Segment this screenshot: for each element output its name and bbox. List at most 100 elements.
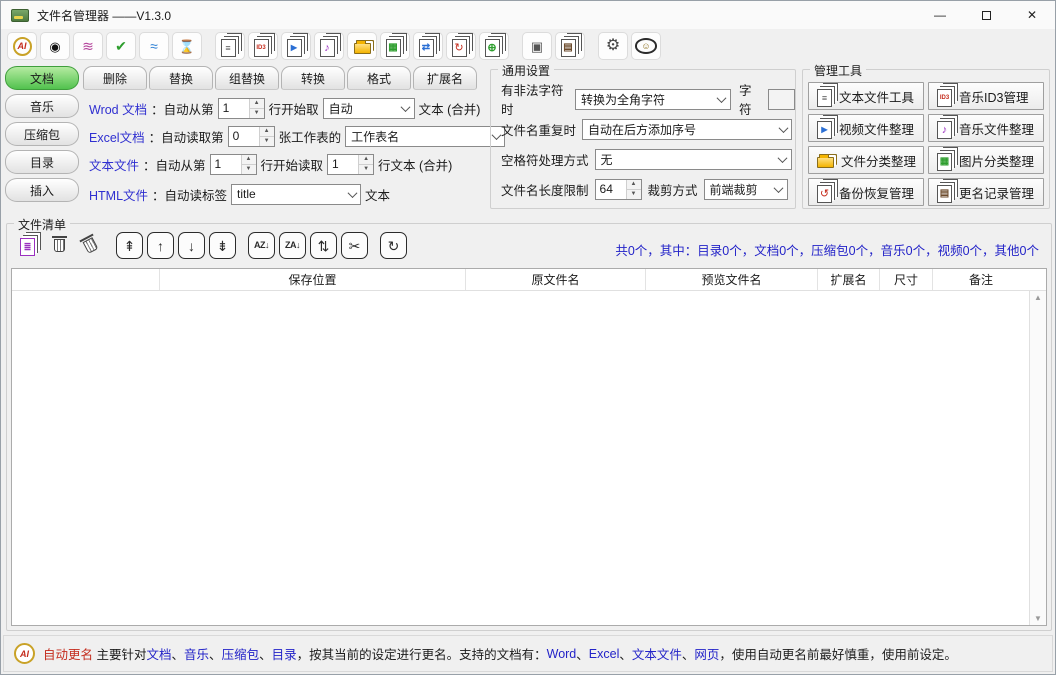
tab-insert[interactable]: 插入 — [5, 178, 79, 202]
spin-down-icon[interactable]: ▼ — [627, 189, 641, 199]
column-save-location[interactable]: 保存位置 — [160, 269, 466, 290]
spin-down-icon[interactable]: ▼ — [250, 108, 264, 118]
tab-group-replace[interactable]: 组替换 — [215, 66, 279, 90]
duplicate-name-value: 自动在后方添加序号 — [583, 121, 775, 138]
text-count-value: 1 — [328, 155, 358, 174]
spin-down-icon[interactable]: ▼ — [359, 164, 373, 174]
word-pre-text: ：自动从第 — [151, 99, 214, 118]
status-text: 主要针对 — [93, 644, 146, 663]
rename-log-button[interactable]: ▤ 更名记录管理 — [928, 178, 1044, 206]
move-down-icon[interactable]: ↓ — [178, 232, 205, 259]
save-icon[interactable]: ▣ — [522, 32, 552, 60]
close-icon[interactable]: ✕ — [1009, 1, 1055, 29]
move-up-icon[interactable]: ↑ — [147, 232, 174, 259]
tab-documents[interactable]: 文档 — [5, 66, 79, 90]
sort-az-icon[interactable]: AZ↓ — [248, 232, 275, 259]
scroll-up-icon[interactable]: ▲ — [1034, 293, 1042, 302]
button-label: 视频文件整理 — [839, 119, 914, 138]
excel-sheet-stepper[interactable]: 0 ▲▼ — [228, 126, 275, 147]
shuffle-icon[interactable]: ✂ — [341, 232, 368, 259]
text-file-tool-icon[interactable]: ≡ — [215, 32, 245, 60]
word-start-line-stepper[interactable]: 1 ▲▼ — [218, 98, 265, 119]
tab-directory[interactable]: 目录 — [5, 150, 79, 174]
clear-list-icon[interactable] — [77, 232, 104, 259]
crop-mode-select[interactable]: 前端裁剪 — [704, 179, 788, 200]
image-classify-icon[interactable]: ▦ — [380, 32, 410, 60]
text-start-line-stepper[interactable]: 1 ▲▼ — [210, 154, 257, 175]
word-mode-select[interactable]: 自动 — [323, 98, 415, 119]
name-length-value: 64 — [596, 180, 626, 199]
spin-down-icon[interactable]: ▼ — [242, 164, 256, 174]
char-input[interactable] — [768, 89, 795, 110]
rename-log-icon[interactable]: ▤ — [555, 32, 585, 60]
name-length-stepper[interactable]: 64 ▲▼ — [595, 179, 642, 200]
html-tag-select[interactable]: title — [231, 184, 361, 205]
spin-up-icon[interactable]: ▲ — [260, 127, 274, 136]
settings-gear-icon[interactable]: ⚙ — [598, 32, 628, 60]
wave-icon[interactable]: ≈ — [139, 32, 169, 60]
paste-files-icon[interactable]: ≣ — [15, 232, 42, 259]
tab-replace[interactable]: 替换 — [149, 66, 213, 90]
space-handling-select[interactable]: 无 — [595, 149, 792, 170]
preview-eye-icon[interactable]: ◉ — [40, 32, 70, 60]
scroll-down-icon[interactable]: ▼ — [1034, 614, 1042, 623]
column-preview-name[interactable]: 预览文件名 — [646, 269, 818, 290]
column-size[interactable]: 尺寸 — [880, 269, 933, 290]
file-classify-icon[interactable] — [347, 32, 377, 60]
text-file-tools-button[interactable]: ≡ 文本文件工具 — [808, 82, 924, 110]
video-organize-button[interactable]: ▶ 视频文件整理 — [808, 114, 924, 142]
music-organize-button[interactable]: ♪ 音乐文件整理 — [928, 114, 1044, 142]
status-text: 、 — [172, 644, 185, 663]
excel-mode-select[interactable]: 工作表名 — [345, 126, 505, 147]
column-extension[interactable]: 扩展名 — [818, 269, 880, 290]
about-chat-icon[interactable]: ☺ — [631, 32, 661, 60]
tab-format[interactable]: 格式 — [347, 66, 411, 90]
spin-up-icon[interactable]: ▲ — [250, 99, 264, 108]
add-files-icon[interactable]: ⊕ — [479, 32, 509, 60]
tab-archive[interactable]: 压缩包 — [5, 122, 79, 146]
column-index[interactable] — [12, 269, 160, 290]
backup-restore-button[interactable]: ↺ 备份恢复管理 — [808, 178, 924, 206]
vertical-scrollbar[interactable]: ▲ ▼ — [1029, 291, 1046, 625]
transfer-icon[interactable]: ⇄ — [413, 32, 443, 60]
tab-delete[interactable]: 删除 — [83, 66, 147, 90]
sort-za-icon[interactable]: ZA↓ — [279, 232, 306, 259]
timed-save-icon[interactable]: ⌛ — [172, 32, 202, 60]
text-line-count-stepper[interactable]: 1 ▲▼ — [327, 154, 374, 175]
column-remark[interactable]: 备注 — [933, 269, 1029, 290]
spin-up-icon[interactable]: ▲ — [359, 155, 373, 164]
illegal-char-select[interactable]: 转换为全角字符 — [575, 89, 731, 110]
delete-item-icon[interactable] — [46, 232, 73, 259]
move-top-icon[interactable]: ⇞ — [116, 232, 143, 259]
chevron-down-icon — [775, 120, 791, 139]
refresh-files-icon[interactable]: ↻ — [446, 32, 476, 60]
button-label: 文本文件工具 — [839, 87, 914, 106]
video-organize-icon[interactable]: ▶ — [281, 32, 311, 60]
text-mid-text: 行开始读取 — [261, 155, 324, 174]
spin-up-icon[interactable]: ▲ — [242, 155, 256, 164]
tab-convert[interactable]: 转换 — [281, 66, 345, 90]
button-label: 音乐文件整理 — [959, 119, 1034, 138]
maximize-icon[interactable] — [963, 1, 1009, 29]
reverse-order-icon[interactable]: ⇅ — [310, 232, 337, 259]
apply-check-icon[interactable]: ✔ — [106, 32, 136, 60]
image-classify-button[interactable]: ▦ 图片分类整理 — [928, 146, 1044, 174]
music-id3-manage-button[interactable]: ID3 音乐ID3管理 — [928, 82, 1044, 110]
ribbon-icon[interactable]: ≋ — [73, 32, 103, 60]
duplicate-name-select[interactable]: 自动在后方添加序号 — [582, 119, 792, 140]
refresh-list-icon[interactable]: ↻ — [380, 232, 407, 259]
spin-down-icon[interactable]: ▼ — [260, 136, 274, 146]
status-text: 、 — [682, 644, 695, 663]
tab-extension[interactable]: 扩展名 — [413, 66, 477, 90]
column-original-name[interactable]: 原文件名 — [466, 269, 646, 290]
tab-music[interactable]: 音乐 — [5, 94, 79, 118]
move-bottom-icon[interactable]: ⇟ — [209, 232, 236, 259]
ai-auto-rename-icon[interactable]: AI — [7, 32, 37, 60]
file-classify-button[interactable]: 文件分类整理 — [808, 146, 924, 174]
minimize-icon[interactable]: — — [917, 1, 963, 29]
music-id3-icon[interactable]: ID3 — [248, 32, 278, 60]
text-post-text: 行文本 (合并) — [378, 155, 452, 174]
music-organize-icon[interactable]: ♪ — [314, 32, 344, 60]
spin-up-icon[interactable]: ▲ — [627, 180, 641, 189]
button-label: 音乐ID3管理 — [959, 87, 1028, 106]
